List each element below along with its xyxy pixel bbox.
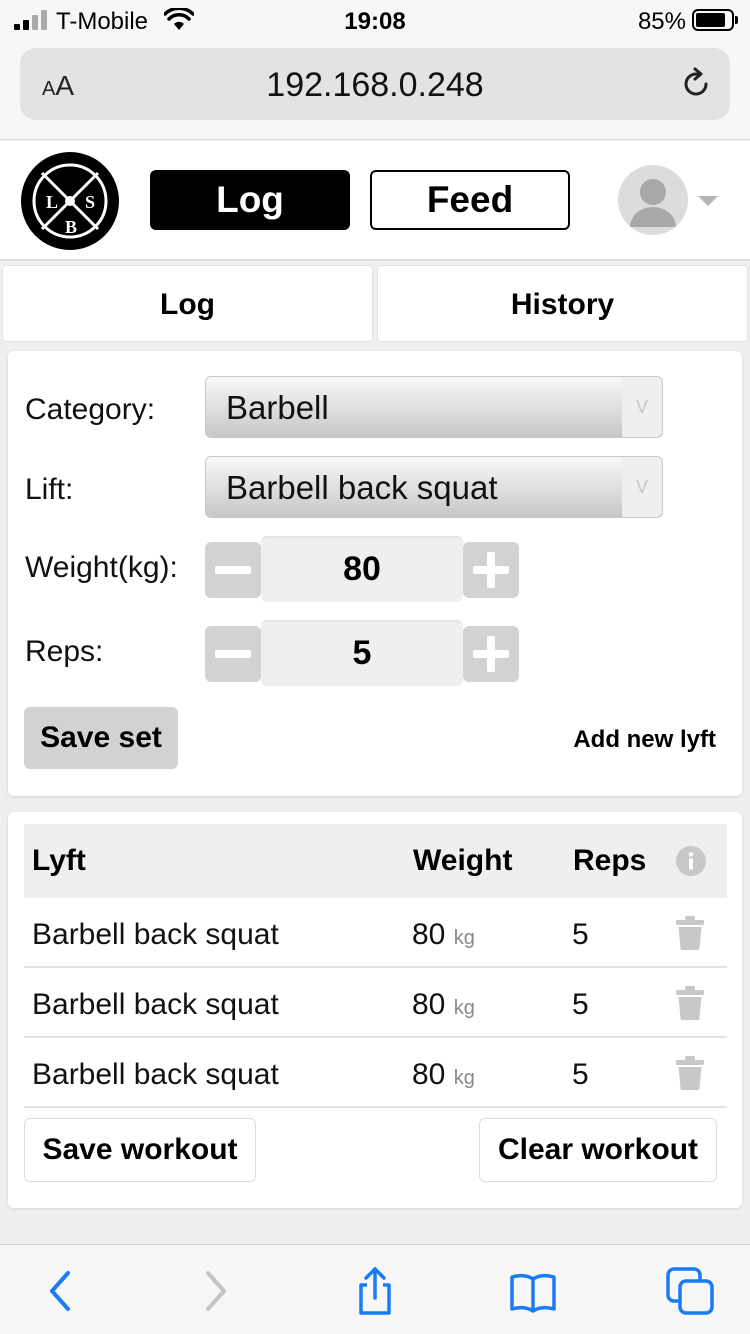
weight-unit: kg xyxy=(453,1067,475,1089)
weight-label: Weight(kg): xyxy=(25,551,178,584)
trash-icon[interactable] xyxy=(676,1056,704,1090)
weight-unit: kg xyxy=(453,927,475,949)
column-header-weight: Weight xyxy=(413,844,513,877)
column-header-reps: Reps xyxy=(573,844,647,877)
reload-icon[interactable] xyxy=(678,66,714,102)
row-weight: 80 kg xyxy=(412,988,475,1021)
share-icon[interactable] xyxy=(351,1267,399,1315)
svg-text:L: L xyxy=(46,192,58,212)
row-weight: 80 kg xyxy=(412,918,475,951)
info-icon[interactable] xyxy=(676,846,706,876)
row-lyft: Barbell back squat xyxy=(32,918,279,951)
lift-select[interactable]: Barbell back squat V xyxy=(205,456,663,518)
tab-history[interactable]: History xyxy=(377,265,748,342)
svg-text:S: S xyxy=(85,192,95,212)
save-set-button[interactable]: Save set xyxy=(24,707,178,769)
log-set-form: Category: Barbell V Lift: Barbell back s… xyxy=(8,351,742,796)
logo[interactable]: L S B xyxy=(20,151,120,251)
row-reps: 5 xyxy=(572,918,589,951)
row-reps: 5 xyxy=(572,1058,589,1091)
avatar[interactable] xyxy=(618,165,688,235)
reps-decrement-button[interactable] xyxy=(205,626,261,682)
bookmarks-icon[interactable] xyxy=(509,1267,557,1315)
trash-icon[interactable] xyxy=(676,986,704,1020)
status-bar: T-Mobile 19:08 85% xyxy=(0,0,750,42)
row-weight: 80 kg xyxy=(412,1058,475,1091)
weight-increment-button[interactable] xyxy=(463,542,519,598)
weight-decrement-button[interactable] xyxy=(205,542,261,598)
lift-select-value: Barbell back squat xyxy=(226,469,498,506)
table-row: Barbell back squat 80 kg 5 xyxy=(24,898,727,968)
weight-input[interactable]: 80 xyxy=(261,536,463,602)
nav-feed-button[interactable]: Feed xyxy=(370,170,570,230)
tab-log[interactable]: Log xyxy=(2,265,373,342)
back-icon[interactable] xyxy=(36,1267,84,1315)
browser-toolbar xyxy=(0,1244,750,1334)
url-text[interactable]: 192.168.0.248 xyxy=(20,66,730,105)
row-lyft: Barbell back squat xyxy=(32,988,279,1021)
battery-percentage: 85% xyxy=(637,8,686,35)
nav-log-button[interactable]: Log xyxy=(150,170,350,230)
svg-text:B: B xyxy=(65,217,77,237)
workout-table: Lyft Weight Reps Barbell back squat 80 k… xyxy=(8,812,742,1208)
chevron-down-icon: V xyxy=(622,377,662,437)
column-header-lyft: Lyft xyxy=(32,844,86,877)
tabs-icon[interactable] xyxy=(666,1267,714,1315)
forward-icon[interactable] xyxy=(192,1267,240,1315)
reps-increment-button[interactable] xyxy=(463,626,519,682)
clear-workout-button[interactable]: Clear workout xyxy=(479,1118,717,1182)
address-bar[interactable]: AA 192.168.0.248 xyxy=(20,48,730,120)
chevron-down-icon[interactable] xyxy=(698,196,718,206)
add-new-lyft-link[interactable]: Add new lyft xyxy=(573,726,716,754)
category-label: Category: xyxy=(25,393,156,426)
weight-unit: kg xyxy=(453,997,475,1019)
row-lyft: Barbell back squat xyxy=(32,1058,279,1091)
row-reps: 5 xyxy=(572,988,589,1021)
battery-icon xyxy=(692,9,738,31)
chevron-down-icon: V xyxy=(622,457,662,517)
category-select-value: Barbell xyxy=(226,389,329,426)
save-workout-button[interactable]: Save workout xyxy=(24,1118,256,1182)
category-select[interactable]: Barbell V xyxy=(205,376,663,438)
reps-label: Reps: xyxy=(25,635,104,668)
browser-address-area: AA 192.168.0.248 xyxy=(0,42,750,140)
user-icon xyxy=(630,179,676,227)
table-row: Barbell back squat 80 kg 5 xyxy=(24,968,727,1038)
lift-label: Lift: xyxy=(25,473,74,506)
table-row: Barbell back squat 80 kg 5 xyxy=(24,1038,727,1108)
reps-input[interactable]: 5 xyxy=(261,620,463,686)
table-header: Lyft Weight Reps xyxy=(24,824,727,898)
trash-icon[interactable] xyxy=(676,916,704,950)
app-header: L S B Log Feed xyxy=(0,141,750,261)
